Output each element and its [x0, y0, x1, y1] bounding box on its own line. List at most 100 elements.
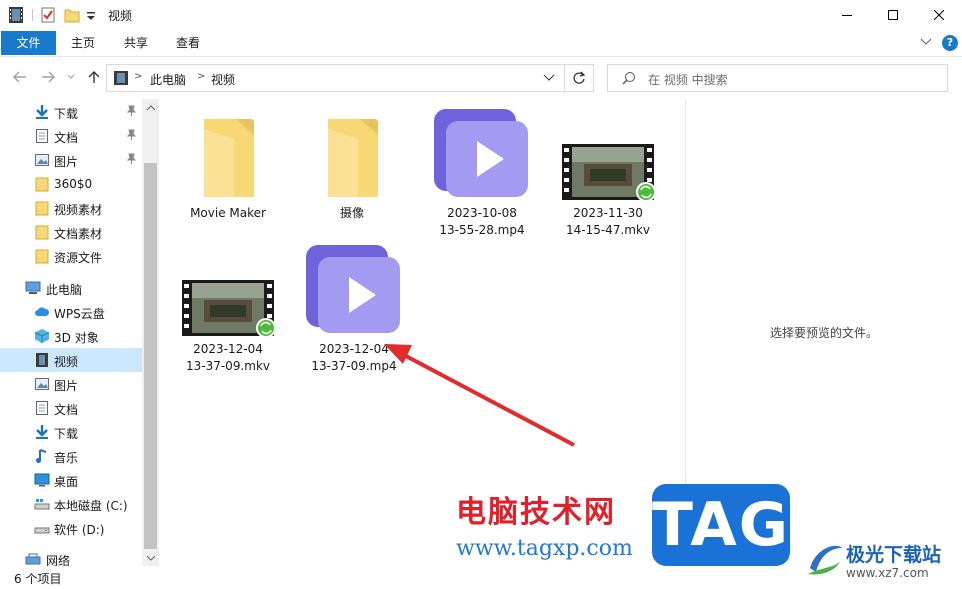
breadcrumb-this-pc[interactable]: 此电脑 [150, 71, 186, 88]
preview-pane-message: 选择要预览的文件。 [770, 326, 879, 340]
scroll-up-button[interactable] [142, 99, 159, 116]
ribbon-tabs: 文件 主页 共享 查看 ? [0, 30, 962, 57]
scroll-thumb[interactable] [144, 163, 157, 549]
sidebar-item-label: WPS云盘 [54, 307, 105, 321]
tab-home[interactable]: 主页 [63, 31, 103, 55]
drive-c-icon [34, 499, 50, 510]
sidebar-item-doc-materials[interactable]: 文档素材 [0, 220, 142, 244]
folder-icon [35, 225, 49, 240]
sidebar-item-resources[interactable]: 资源文件 [0, 244, 142, 268]
video-folder-icon [114, 71, 128, 85]
file-item-camera[interactable]: 摄像 [300, 107, 404, 227]
sidebar-item-downloads[interactable]: 下载 [0, 420, 142, 444]
file-item-video-20231204-mkv[interactable]: 2023-12-04 13-37-09.mkv [176, 243, 280, 373]
drive-d-icon [34, 527, 50, 534]
sidebar-item-label: 下载 [54, 107, 79, 121]
video-play-icon [306, 245, 400, 333]
pin-icon[interactable] [126, 129, 137, 141]
video-folder-icon [9, 7, 23, 23]
video-play-icon [434, 109, 528, 197]
breadcrumb-videos[interactable]: 视频 [211, 71, 235, 88]
sidebar-scrollbar[interactable] [142, 99, 159, 566]
file-item-movie-maker[interactable]: Movie Maker [176, 107, 280, 227]
properties-icon[interactable] [41, 6, 56, 24]
file-name: Movie Maker [190, 206, 266, 220]
maximize-button[interactable] [870, 0, 916, 30]
sidebar-item-wps-cloud[interactable]: WPS云盘 [0, 300, 142, 324]
breadcrumb-separator-icon: > [197, 71, 206, 82]
sidebar-item-label: 软件 (D:) [54, 523, 105, 537]
sidebar-item-network[interactable]: 网络 [0, 547, 142, 566]
music-icon [36, 449, 47, 463]
search-icon [622, 72, 635, 85]
sidebar-item-label: 资源文件 [54, 251, 103, 265]
sidebar-item-label: 视频 [54, 355, 79, 369]
sidebar-item-label: 此电脑 [46, 283, 83, 297]
file-item-video-20231008[interactable]: 2023-10-08 13-55-28.mp4 [430, 107, 534, 237]
tab-file[interactable]: 文件 [1, 31, 56, 55]
expand-ribbon-icon[interactable] [920, 38, 932, 46]
back-arrow-icon[interactable] [12, 69, 28, 85]
quick-access-dropdown-icon[interactable] [86, 6, 96, 24]
file-name-line1: 2023-11-30 [573, 206, 643, 220]
file-item-video-20231130[interactable]: 2023-11-30 14-15-47.mkv [556, 107, 660, 237]
file-name-line1: 2023-12-04 [193, 342, 263, 356]
sidebar-item-pictures[interactable]: 图片 [0, 372, 142, 396]
new-folder-icon[interactable] [64, 6, 80, 24]
sidebar-item-documents-quick[interactable]: 文档 [0, 124, 142, 148]
folder-icon [35, 249, 49, 264]
navigation-bar: > 此电脑 > 视频 在 视频 中搜索 [0, 57, 962, 99]
sidebar-item-360[interactable]: 360$0 [0, 172, 142, 196]
sidebar-item-label: 3D 对象 [54, 331, 99, 345]
close-button[interactable] [916, 0, 962, 30]
sidebar-item-3d-objects[interactable]: 3D 对象 [0, 324, 142, 348]
document-icon [36, 401, 48, 415]
file-name-line1: 2023-10-08 [447, 206, 517, 220]
cloud-icon [35, 307, 50, 316]
pin-icon[interactable] [126, 153, 137, 165]
sidebar-item-music[interactable]: 音乐 [0, 444, 142, 468]
folder-icon [35, 177, 49, 192]
picture-icon [35, 378, 49, 390]
sidebar-item-label: 文档 [54, 131, 79, 145]
sidebar-item-desktop[interactable]: 桌面 [0, 468, 142, 492]
sidebar-item-label: 视频素材 [54, 203, 103, 217]
search-placeholder: 在 视频 中搜索 [648, 73, 728, 87]
minimize-button[interactable] [824, 0, 870, 30]
sidebar-item-video-materials[interactable]: 视频素材 [0, 196, 142, 220]
picture-icon [35, 154, 49, 166]
item-count: 6 个项目 [14, 572, 62, 586]
address-dropdown-icon[interactable] [543, 74, 555, 82]
file-name-line2: 14-15-47.mkv [565, 223, 651, 237]
sidebar-item-downloads-quick[interactable]: 下载 [0, 100, 142, 124]
address-bar[interactable]: > 此电脑 > 视频 [106, 64, 565, 92]
sidebar-item-pictures-quick[interactable]: 图片 [0, 148, 142, 172]
up-arrow-icon[interactable] [87, 69, 101, 85]
folder-icon [204, 119, 254, 197]
folder-icon [328, 119, 378, 197]
sidebar-item-drive-c[interactable]: 本地磁盘 (C:) [0, 492, 142, 516]
tab-share[interactable]: 共享 [116, 31, 156, 55]
breadcrumb-separator-icon: > [134, 71, 143, 82]
sidebar-item-label: 本地磁盘 (C:) [54, 499, 128, 513]
sidebar-item-label: 下载 [54, 427, 79, 441]
sidebar-item-videos[interactable]: 视频 [0, 348, 142, 372]
help-button[interactable]: ? [942, 35, 958, 51]
navigation-pane: 下载 文档 图片 360$0 视频素材 文档素材 资源文件 此电脑 WPS云盘 … [0, 99, 142, 566]
sidebar-item-this-pc[interactable]: 此电脑 [0, 276, 142, 300]
refresh-button[interactable] [565, 64, 594, 92]
video-icon [36, 353, 48, 367]
download-icon [36, 425, 48, 439]
pin-icon[interactable] [126, 105, 137, 117]
sidebar-item-drive-d[interactable]: 软件 (D:) [0, 516, 142, 540]
forward-arrow-icon[interactable] [40, 69, 56, 85]
scroll-down-button[interactable] [142, 549, 159, 566]
sidebar-item-documents[interactable]: 文档 [0, 396, 142, 420]
window-title: 视频 [108, 9, 133, 23]
recent-locations-icon[interactable] [66, 69, 76, 85]
tab-view[interactable]: 查看 [168, 31, 208, 55]
toolbar-separator [32, 9, 33, 21]
sidebar-item-label: 桌面 [54, 475, 79, 489]
cube-icon [34, 329, 50, 343]
search-box[interactable]: 在 视频 中搜索 [607, 64, 948, 92]
